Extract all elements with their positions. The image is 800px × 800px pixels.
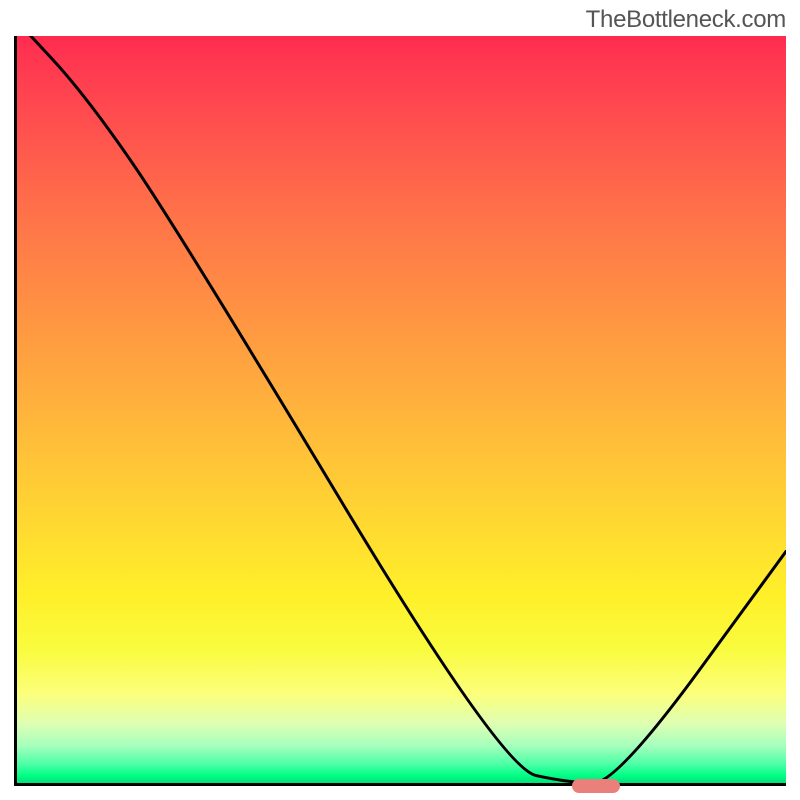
optimum-marker: [572, 779, 620, 793]
bottleneck-gradient-background: [17, 36, 786, 783]
chart-plot-area: [14, 36, 786, 786]
watermark-text: TheBottleneck.com: [586, 6, 786, 34]
